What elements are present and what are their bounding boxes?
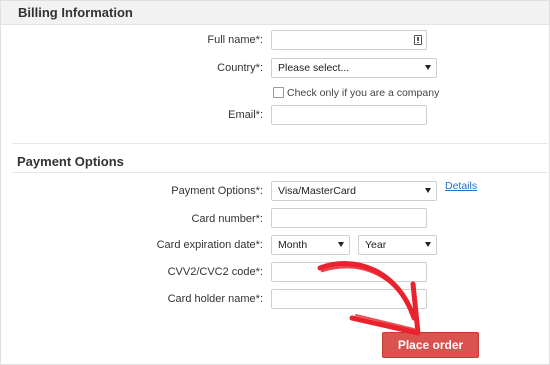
annotation-arrow-icon <box>317 261 421 336</box>
